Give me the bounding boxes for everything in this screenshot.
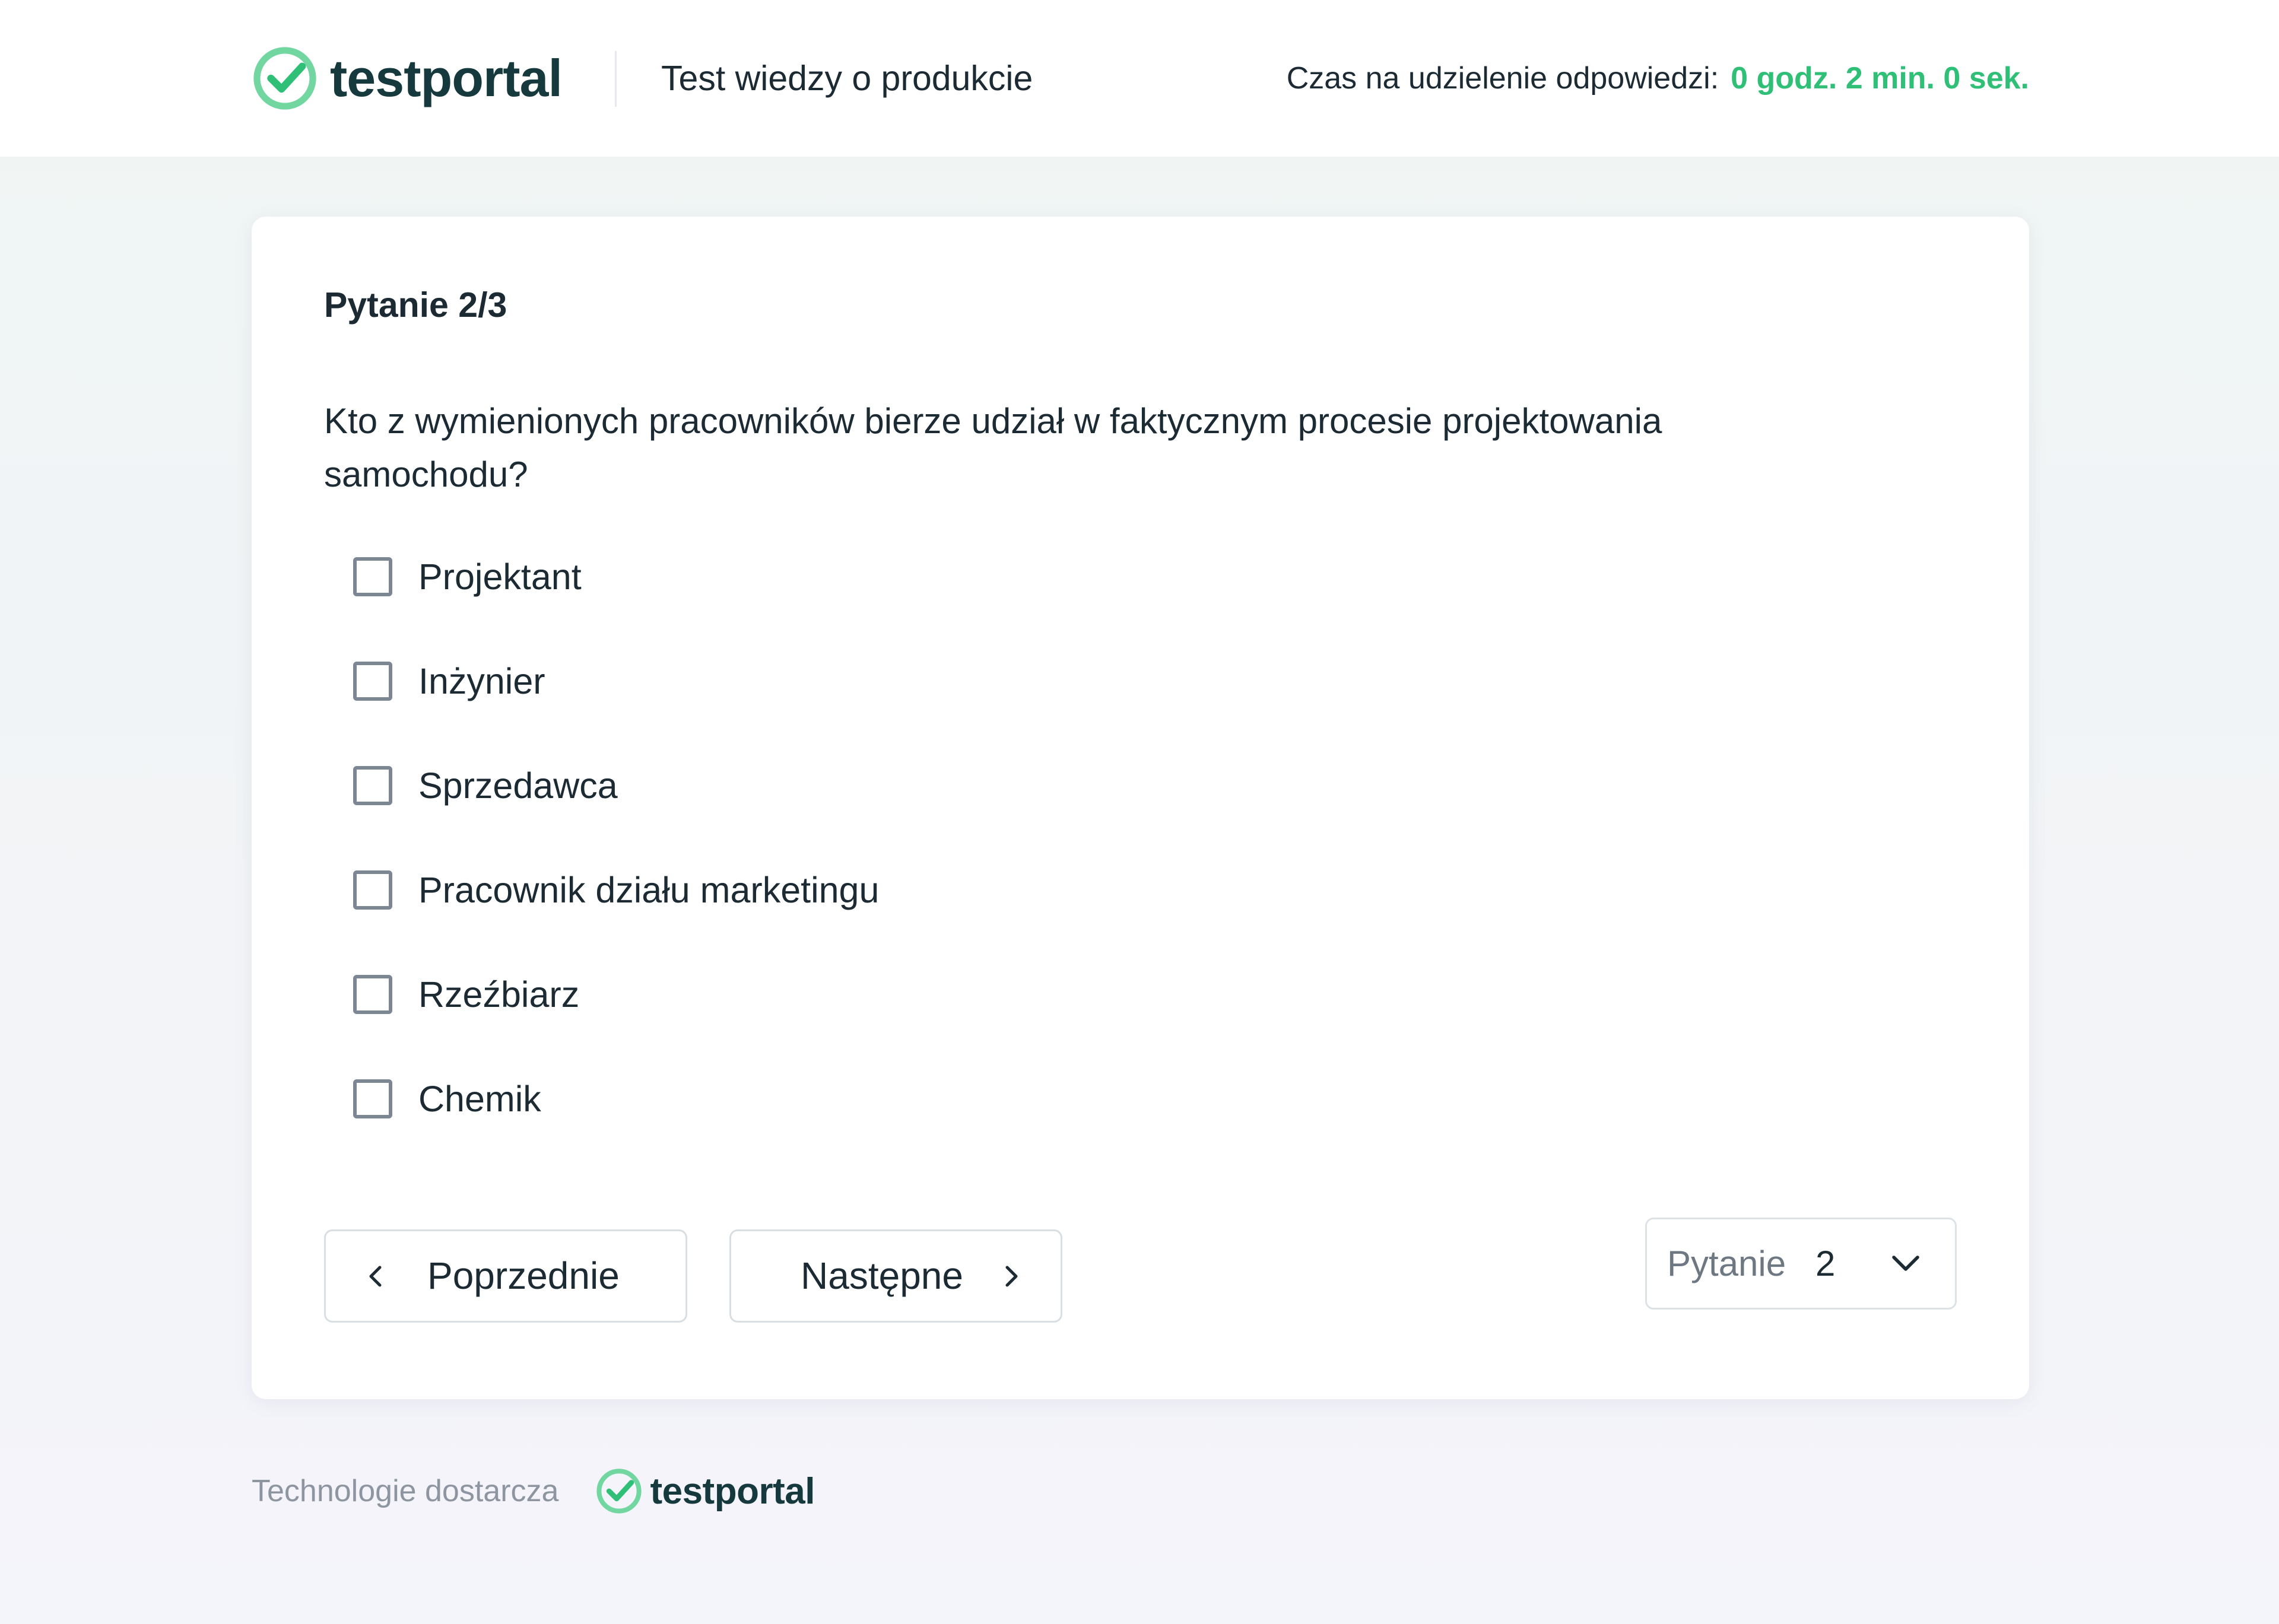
timer-value: 0 godz. 2 min. 0 sek. [1731,61,2029,96]
answer-checkbox[interactable] [353,870,392,910]
answer-label[interactable]: Chemik [418,1076,541,1121]
answer-checkbox[interactable] [353,1079,392,1118]
question-counter: Pytanie 2/3 [324,285,507,325]
timer-label: Czas na udzielenie odpowiedzi: [1286,61,1719,96]
powered-by-text: Technologie dostarcza [252,1474,559,1508]
answer-label[interactable]: Sprzedawca [418,763,618,808]
question-select-label: Pytanie [1667,1244,1786,1283]
question-text: Kto z wymienionych pracowników bierze ud… [324,401,1662,494]
chevron-left-icon [369,1266,382,1287]
question-card: Pytanie 2/3 Kto z wymienionych pracownik… [252,217,2029,1399]
question-select-value: 2 [1815,1244,1836,1283]
logo-check-icon [596,1469,642,1514]
answer-option[interactable]: Chemik [353,1047,1896,1151]
testportal-logo: testportal [252,45,563,112]
next-button-label: Następne [801,1254,963,1297]
answer-label[interactable]: Pracownik działu marketingu [418,867,879,913]
answer-label[interactable]: Rzeźbiarz [418,972,579,1017]
answer-option[interactable]: Sprzedawca [353,733,1896,838]
answer-checkbox[interactable] [353,975,392,1014]
answer-option[interactable]: Inżynier [353,629,1896,733]
footer-logo-wordmark: testportal [650,1470,815,1512]
answer-checkbox[interactable] [353,766,392,805]
answer-checkbox[interactable] [353,557,392,596]
answer-option[interactable]: Projektant [353,525,1896,629]
header-divider [615,51,617,107]
previous-button[interactable]: Poprzednie [324,1229,687,1323]
answer-timer: Czas na udzielenie odpowiedzi: 0 godz. 2… [1287,58,2029,99]
answer-option[interactable]: Pracownik działu marketingu [353,838,1896,942]
question-select[interactable]: Pytanie 2 [1645,1218,1957,1310]
logo-check-icon [253,47,316,110]
footer-testportal-logo[interactable]: testportal [595,1467,815,1515]
footer: Technologie dostarcza testportal [252,1466,815,1516]
previous-button-label: Poprzednie [427,1254,620,1297]
test-title: Test wiedzy o produkcie [661,59,1033,98]
answer-label[interactable]: Inżynier [418,659,545,704]
answer-options: Projektant Inżynier Sprzedawca Pracownik… [353,525,1896,1151]
answer-checkbox[interactable] [353,662,392,701]
chevron-right-icon [1005,1266,1018,1287]
chevron-down-icon [1892,1256,1919,1271]
answer-option[interactable]: Rzeźbiarz [353,942,1896,1047]
top-header: testportal Test wiedzy o produkcie Czas … [0,0,2279,157]
answer-label[interactable]: Projektant [418,554,582,599]
next-button[interactable]: Następne [729,1229,1062,1323]
logo-wordmark: testportal [330,49,563,107]
